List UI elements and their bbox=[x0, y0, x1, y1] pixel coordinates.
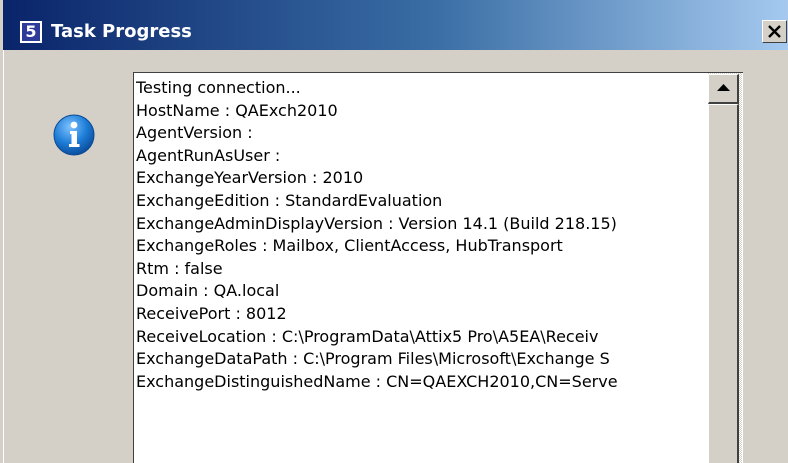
log-line: Testing connection... bbox=[136, 78, 301, 97]
log-line: AgentVersion : bbox=[136, 123, 253, 143]
scroll-up-button[interactable] bbox=[708, 74, 739, 104]
scroll-up-arrow-icon bbox=[717, 84, 730, 91]
progress-log-lines: Testing connection... HostName : QAExch20… bbox=[136, 77, 708, 393]
log-line: ExchangeEdition : StandardEvaluation bbox=[136, 190, 443, 210]
close-button[interactable] bbox=[762, 20, 787, 43]
title-bar[interactable]: 5 Task Progress bbox=[3, 0, 788, 50]
log-line: ExchangeYearVersion : 2010 bbox=[136, 168, 364, 188]
app-icon[interactable]: 5 bbox=[20, 21, 42, 43]
scroll-thumb[interactable] bbox=[708, 104, 739, 463]
log-line: AgentRunAsUser : bbox=[136, 145, 281, 165]
app-icon-glyph: 5 bbox=[22, 23, 40, 41]
close-icon bbox=[768, 25, 781, 38]
log-line: HostName : QAExch2010 bbox=[136, 100, 338, 120]
task-progress-window: 5 Task Progress Testing connection... Hos… bbox=[0, 0, 788, 463]
log-line: ReceiveLocation : C:\ProgramData\Attix5 … bbox=[136, 326, 599, 346]
vertical-scrollbar[interactable] bbox=[708, 73, 742, 463]
log-line: ExchangeDataPath : C:\Program Files\Micr… bbox=[136, 349, 610, 369]
window-title: Task Progress bbox=[51, 21, 192, 42]
log-line: ExchangeAdminDisplayVersion : Version 14… bbox=[136, 213, 617, 233]
info-icon bbox=[53, 114, 95, 156]
log-line: Rtm : false bbox=[136, 258, 223, 278]
progress-log-textbox[interactable]: Testing connection... HostName : QAExch20… bbox=[133, 72, 743, 463]
log-line: ReceivePort : 8012 bbox=[136, 303, 287, 323]
log-line: ExchangeDistinguishedName : CN=QAEXCH201… bbox=[136, 371, 618, 391]
log-line: ExchangeRoles : Mailbox, ClientAccess, H… bbox=[136, 236, 563, 256]
log-line: Domain : QA.local bbox=[136, 281, 280, 301]
